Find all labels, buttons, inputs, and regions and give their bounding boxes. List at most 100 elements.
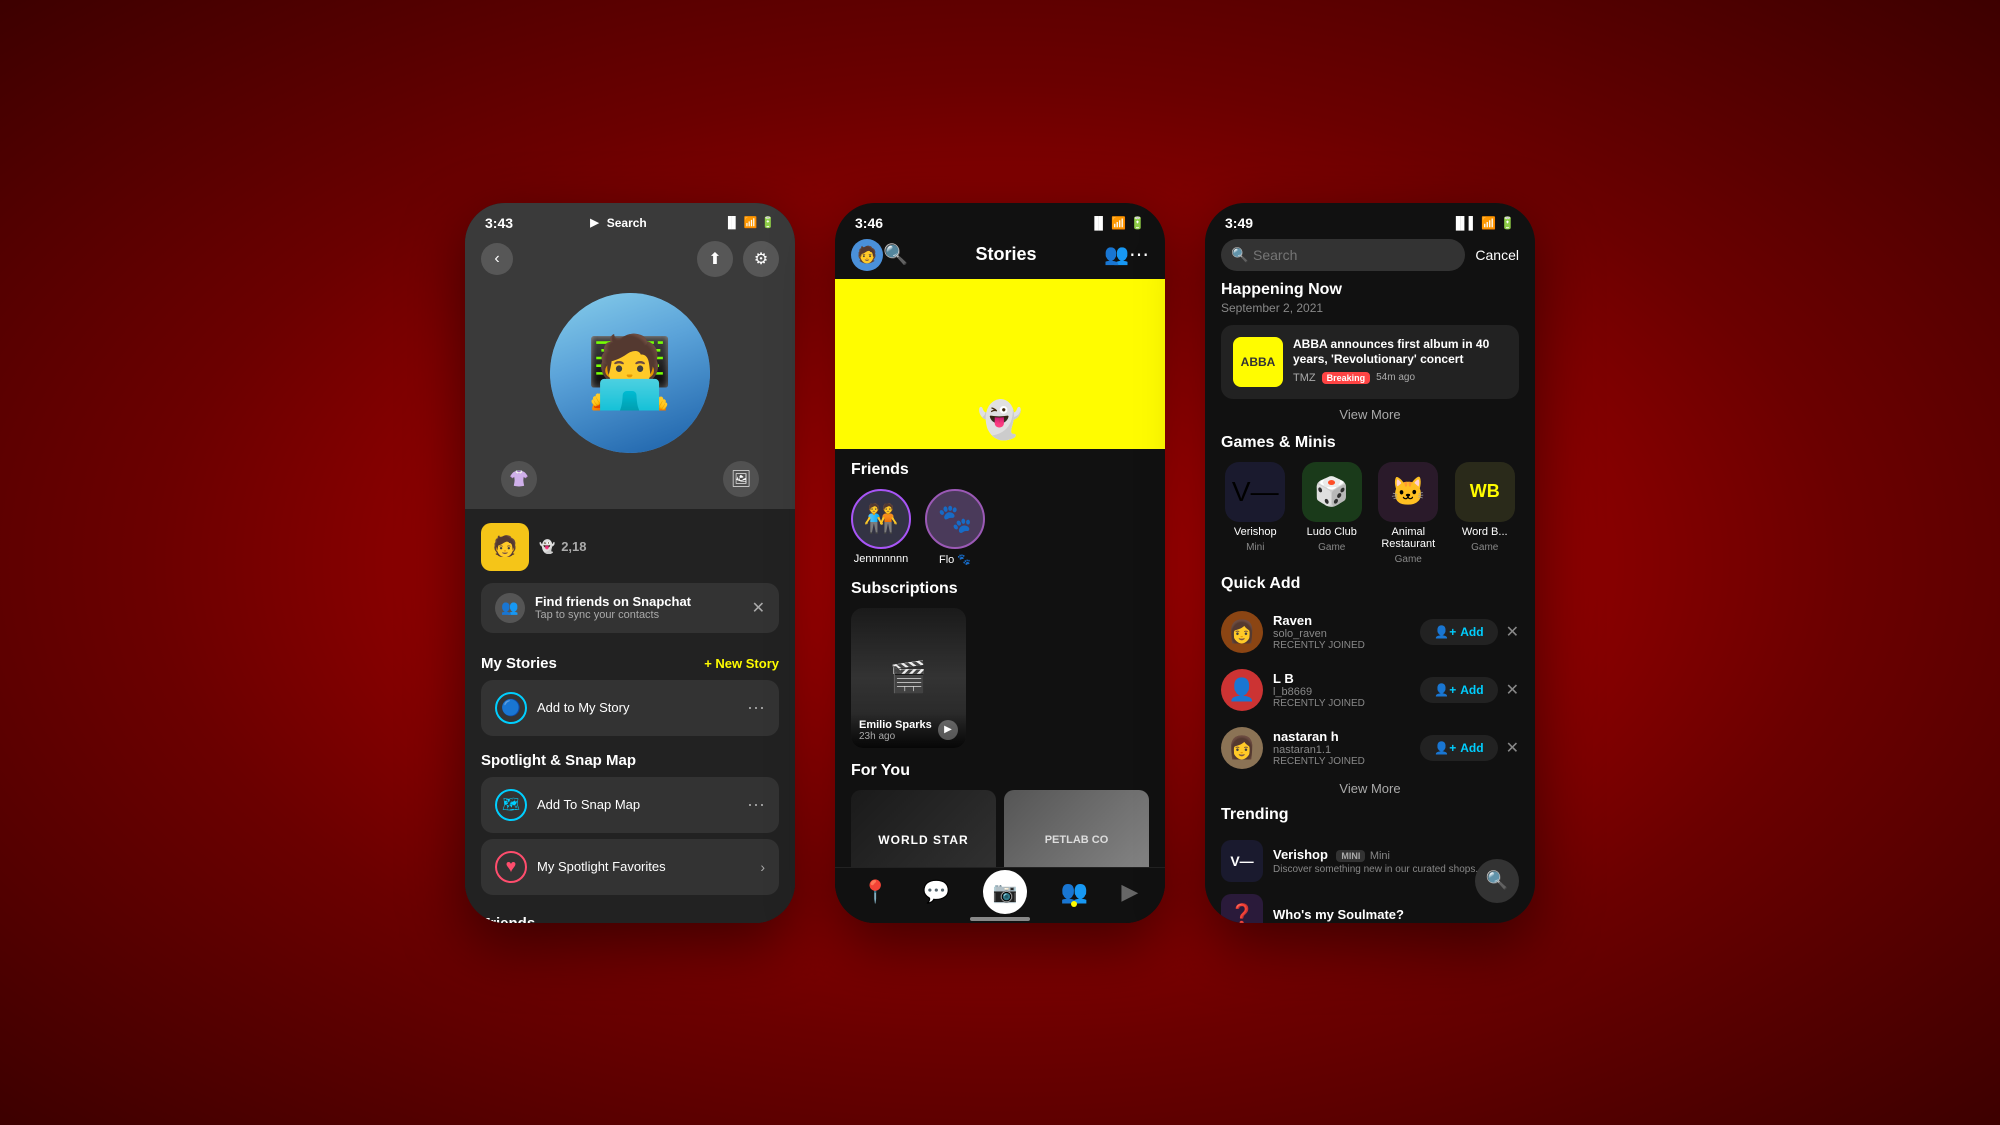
qa-status-raven: RECENTLY JOINED — [1273, 640, 1365, 651]
wifi-icon-3: 📶 — [1481, 216, 1496, 230]
nav-camera-button[interactable]: 📷 — [983, 870, 1027, 914]
bottom-nav: 📍 💬 📷 👥 ▶ — [835, 867, 1165, 923]
status-bar-3: 3:49 ▐▌▌ 📶 🔋 — [1205, 203, 1535, 235]
dismiss-raven[interactable]: ✕ — [1506, 622, 1519, 642]
game-type-animal: Game — [1395, 554, 1422, 565]
phone-2: 3:46 ▐▌ 📶 🔋 🧑 🔍 Stories 👥 ⋯ 👻 Friends — [835, 203, 1165, 923]
qa-actions-raven: 👤+ Add ✕ — [1420, 619, 1519, 645]
bitmoji-avatar: 🧑‍💻 — [550, 293, 710, 453]
add-story-label: Add to My Story — [537, 700, 629, 715]
add-button-lb[interactable]: 👤+ Add — [1420, 677, 1497, 703]
qa-info-raven: Raven solo_raven RECENTLY JOINED — [1273, 613, 1365, 651]
subscription-card-1[interactable]: 🎬 Emilio Sparks 23h ago ▶ — [851, 608, 966, 748]
dismiss-nastaran[interactable]: ✕ — [1506, 738, 1519, 758]
game-card-word[interactable]: WB Word B... Game — [1451, 462, 1520, 565]
snap-map-label: Add To Snap Map — [537, 797, 640, 812]
friend-name-1: Jennnnnnn — [854, 553, 908, 565]
search-icon-stories[interactable]: 🔍 — [883, 242, 908, 267]
add-button-raven[interactable]: 👤+ Add — [1420, 619, 1497, 645]
news-card-1[interactable]: ABBA ABBA announces first album in 40 ye… — [1221, 325, 1519, 399]
games-section: Games & Minis V— Verishop Mini 🎲 Ludo Cl… — [1205, 434, 1535, 565]
my-spotlight-favorites[interactable]: ♥ My Spotlight Favorites › — [481, 839, 779, 895]
view-more-news[interactable]: View More — [1221, 407, 1519, 422]
friend-story-1[interactable]: 🧑‍🤝‍🧑 Jennnnnnn — [851, 489, 911, 566]
action-icon-left[interactable]: 👚 — [501, 461, 537, 497]
qa-name-nastaran: nastaran h — [1273, 729, 1365, 744]
spotlight-section: 🗺 Add To Snap Map ··· ♥ My Spotlight Fav… — [481, 777, 779, 895]
profile-stats: 👻 2,18 — [539, 533, 587, 561]
add-button-nastaran[interactable]: 👤+ Add — [1420, 735, 1497, 761]
story-thumbnail[interactable]: 🧑 — [481, 523, 529, 571]
news-source-1: TMZ — [1293, 372, 1316, 384]
game-icon-animal: 🐱 — [1378, 462, 1438, 522]
friends-header: Friends — [481, 901, 779, 923]
qa-avatar-nastaran: 👩 — [1221, 727, 1263, 769]
time-3: 3:49 — [1225, 215, 1253, 231]
quick-add-section: Quick Add 👩 Raven solo_raven RECENTLY JO… — [1205, 575, 1535, 796]
qa-left-nastaran: 👩 nastaran h nastaran1.1 RECENTLY JOINED — [1221, 727, 1365, 769]
friends-row: 🧑‍🤝‍🧑 Jennnnnnn 🐾 Flo 🐾 — [851, 489, 1149, 566]
snap-map-icon: 🗺 — [495, 789, 527, 821]
find-friends-title: Find friends on Snapchat — [535, 594, 691, 609]
game-name-verishop: Verishop — [1234, 526, 1277, 538]
search-icon-3: 🔍 — [1231, 246, 1248, 263]
snap-map-left: 🗺 Add To Snap Map — [495, 789, 640, 821]
more-dots-story[interactable]: ··· — [747, 697, 765, 718]
bottom-avatar-icons: 👚 🖼 — [481, 461, 779, 497]
game-card-ludo[interactable]: 🎲 Ludo Club Game — [1298, 462, 1367, 565]
find-friends-content: 👥 Find friends on Snapchat Tap to sync y… — [495, 593, 691, 623]
friend-avatar-1: 🧑‍🤝‍🧑 — [851, 489, 911, 549]
qa-actions-lb: 👤+ Add ✕ — [1420, 677, 1519, 703]
qa-status-lb: RECENTLY JOINED — [1273, 698, 1365, 709]
game-icon-verishop: V— — [1225, 462, 1285, 522]
qa-info-lb: L B l_b8669 RECENTLY JOINED — [1273, 671, 1365, 709]
nav-discover-icon[interactable]: ▶ — [1121, 879, 1138, 905]
game-card-animal[interactable]: 🐱 Animal Restaurant Game — [1374, 462, 1443, 565]
trending-item-soulmate[interactable]: ❓ Who's my Soulmate? — [1221, 888, 1519, 923]
action-icon-right[interactable]: 🖼 — [723, 461, 759, 497]
add-friend-icon[interactable]: 👥 — [1104, 242, 1129, 267]
game-card-verishop[interactable]: V— Verishop Mini — [1221, 462, 1290, 565]
more-icon-stories[interactable]: ⋯ — [1129, 242, 1149, 267]
spotlight-title: Spotlight & Snap Map — [481, 752, 636, 769]
upload-button[interactable]: ⬆ — [697, 241, 733, 277]
top-actions: ⬆ ⚙ — [697, 241, 779, 277]
nav-chat-icon[interactable]: 💬 — [922, 879, 949, 905]
dismiss-icon[interactable]: ✕ — [752, 598, 765, 618]
battery-icon-2: 🔋 — [1130, 216, 1145, 230]
signal-icon-3: ▐▌▌ — [1452, 216, 1478, 230]
add-to-snap-map[interactable]: 🗺 Add To Snap Map ··· — [481, 777, 779, 833]
cancel-button[interactable]: Cancel — [1475, 247, 1519, 263]
news-headline-1: ABBA announces first album in 40 years, … — [1293, 337, 1507, 368]
location-icon: ▶ — [590, 216, 598, 229]
trending-info-soulmate: Who's my Soulmate? — [1273, 907, 1404, 922]
find-friends-banner[interactable]: 👥 Find friends on Snapchat Tap to sync y… — [481, 583, 779, 633]
settings-button[interactable]: ⚙ — [743, 241, 779, 277]
add-story-icon: 🔵 — [495, 692, 527, 724]
floating-search-button[interactable]: 🔍 — [1475, 859, 1519, 903]
more-dots-map[interactable]: ··· — [747, 794, 765, 815]
wifi-icon-1: 📶 — [744, 216, 758, 229]
back-button[interactable]: ‹ — [481, 243, 513, 275]
user-avatar-stories[interactable]: 🧑 — [851, 239, 883, 271]
friend-story-2[interactable]: 🐾 Flo 🐾 — [925, 489, 985, 566]
spotlight-fav-left: ♥ My Spotlight Favorites — [495, 851, 666, 883]
nav-friends-icon[interactable]: 👥 — [1061, 879, 1088, 905]
add-to-my-story[interactable]: 🔵 Add to My Story ··· — [481, 680, 779, 736]
dismiss-lb[interactable]: ✕ — [1506, 680, 1519, 700]
trending-icon-soulmate: ❓ — [1221, 894, 1263, 923]
friends-active-dot — [1071, 901, 1077, 907]
trending-name-soulmate: Who's my Soulmate? — [1273, 907, 1404, 922]
trending-info-verishop: Verishop MINI Mini Discover something ne… — [1273, 846, 1478, 875]
view-more-qa[interactable]: View More — [1221, 781, 1519, 796]
new-story-button[interactable]: + New Story — [704, 656, 779, 671]
search-bar-row: 🔍 Cancel — [1205, 235, 1535, 281]
game-name-animal: Animal Restaurant — [1374, 526, 1443, 550]
nav-map-icon[interactable]: 📍 — [862, 879, 889, 905]
news-thumb-1: ABBA — [1233, 337, 1283, 387]
signal-icon-1: ▐▌ — [724, 217, 740, 229]
search-input[interactable] — [1221, 239, 1465, 271]
news-meta-1: TMZ Breaking 54m ago — [1293, 372, 1507, 384]
qa-actions-nastaran: 👤+ Add ✕ — [1420, 735, 1519, 761]
qa-name-raven: Raven — [1273, 613, 1365, 628]
